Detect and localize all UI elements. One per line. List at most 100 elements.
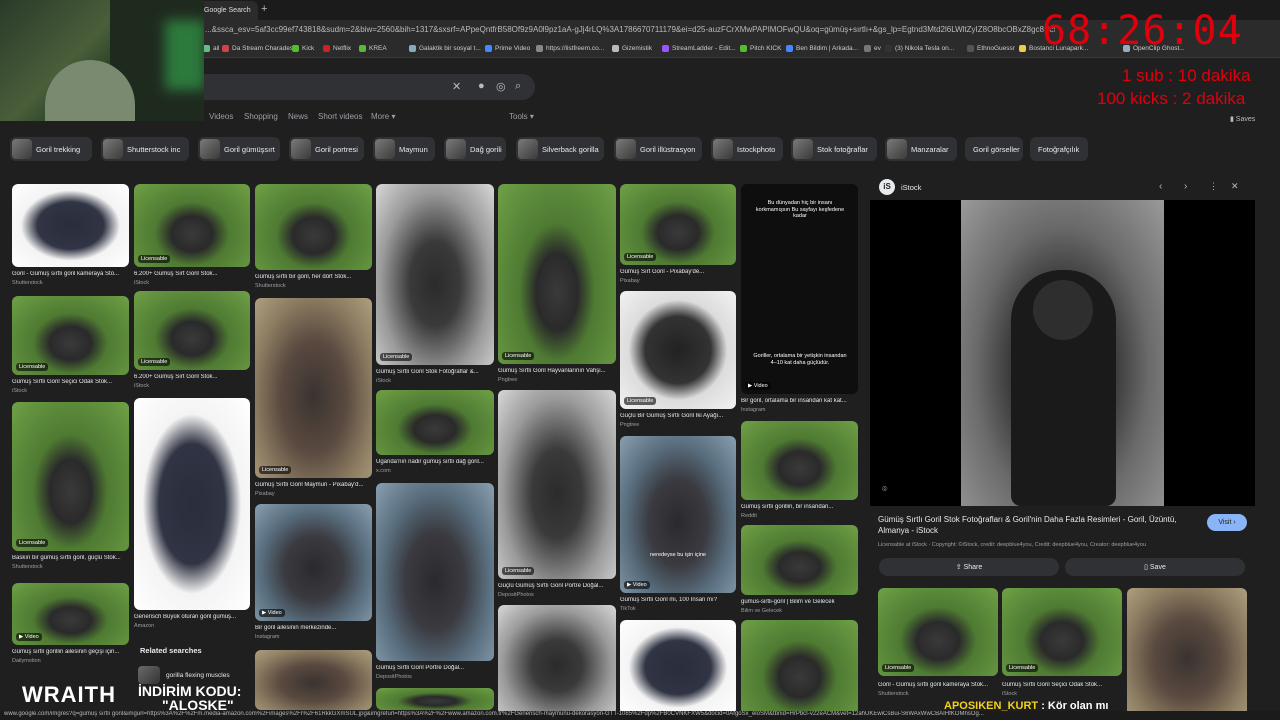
result-thumbnail[interactable] (376, 483, 494, 661)
bookmark-item[interactable]: (3) Nikola Tesla on... (885, 45, 954, 52)
chip-silverback-gorilla[interactable]: Silverback gorilla (516, 137, 604, 161)
chip-istockphoto[interactable]: Istockphoto (711, 137, 783, 161)
result-caption[interactable]: Bir goril ailesinin merkezinde... (255, 625, 372, 631)
result-thumbnail[interactable] (12, 184, 129, 267)
image-result[interactable]: Gümüş sırtlı gorillin, bir insandan... Re… (741, 421, 858, 522)
result-caption[interactable]: Gümüş Sırtlı Goril Stok Fotoğraflar &... (376, 369, 494, 375)
result-thumbnail[interactable] (134, 398, 250, 610)
image-result[interactable]: Licensable Gümüş Sırtlı Goril Seçici Odak… (12, 296, 129, 397)
chip-goril-trekking[interactable]: Goril trekking (10, 137, 92, 161)
result-thumbnail[interactable] (255, 298, 372, 478)
result-caption[interactable]: Baskın bir gümüş sırtlı goril, güçlü Sto… (12, 555, 129, 561)
result-thumbnail[interactable] (376, 184, 494, 365)
result-thumbnail[interactable] (620, 620, 736, 715)
result-caption[interactable]: 6.200+ Gümüş Sırt Goril Stok... (134, 374, 250, 380)
bookmark-item[interactable]: Galaktik bir sosyal t... (409, 45, 481, 52)
image-result[interactable]: Licensable Baskın bir gümüş sırtlı goril,… (12, 402, 129, 573)
result-caption[interactable]: Bir goril, ortalama bir insandan kat kat… (741, 398, 858, 404)
bookmark-item[interactable]: https://listfreem.co... (536, 45, 604, 52)
panel-thumb-caption[interactable]: Goril - Gümüş sırtlı goril kameraya Stok… (878, 682, 998, 688)
panel-thumb-image[interactable] (1002, 588, 1122, 676)
tab-news[interactable]: News (288, 112, 308, 121)
result-thumbnail[interactable] (255, 650, 372, 710)
panel-thumb[interactable] (1127, 588, 1247, 716)
result-caption[interactable]: gumus-sirtli-goril | Bilim ve Gelecek (741, 599, 858, 605)
tools-button[interactable]: Tools ▾ (509, 112, 534, 121)
result-thumbnail[interactable] (498, 184, 616, 364)
clear-icon[interactable]: ✕ (452, 80, 461, 93)
chip-maymun[interactable]: Maymun (373, 137, 435, 161)
chip-shutterstock-inc[interactable]: Shutterstock inc (101, 137, 189, 161)
tab-shopping[interactable]: Shopping (244, 112, 278, 121)
result-thumbnail[interactable] (376, 390, 494, 455)
image-result[interactable]: Uganda'nın nadir gümüş sırtlı dağ goril.… (376, 390, 494, 477)
tab-short-videos[interactable]: Short videos (318, 112, 362, 121)
saves-link[interactable]: ▮ Saves (1230, 115, 1255, 123)
result-caption[interactable]: Güçlü Bir Gümüş Sırtlı Goril İki Ayağı..… (620, 413, 736, 419)
image-result[interactable]: Licensable Güçlü Gümüş Sırtlı Goril Portr… (498, 390, 616, 601)
tab-videos[interactable]: Videos (209, 112, 233, 121)
result-caption[interactable]: Gümüş Sırtlı Goril Portre Doğal... (376, 665, 494, 671)
new-tab-icon[interactable]: + (261, 3, 267, 15)
result-caption[interactable]: Gümüş sırtlı gorillin ailesinin geçişi i… (12, 649, 129, 655)
chip-foto-raf-l-k[interactable]: Fotoğrafçılık (1030, 137, 1088, 161)
chip-goril-ill-strasyon[interactable]: Goril illüstrasyon (614, 137, 702, 161)
image-result[interactable]: Gümüş Sırtlı Goril Portre Doğal... Deposi… (376, 483, 494, 683)
camera-search-icon[interactable]: ◎ (496, 80, 506, 93)
image-result[interactable]: ▶ Video Gümüş Sırtlı Goril mi, 100 İnsan … (620, 436, 736, 615)
search-input[interactable]: ✕ ● ◎ ⌕ (204, 74, 535, 100)
image-result[interactable]: Licensable Gümüş Sırtlı Goril Stok Fotoğr… (376, 184, 494, 387)
result-caption[interactable]: Goril - Gümüş sırtlı goril kameraya Sto.… (12, 271, 129, 277)
chip-da-gorili[interactable]: Dağ gorili (444, 137, 506, 161)
result-thumbnail[interactable] (498, 390, 616, 579)
result-thumbnail[interactable] (12, 402, 129, 551)
image-result[interactable]: Licensable Gümüş Sırt Goril - Pixabay'de.… (620, 184, 736, 287)
result-caption[interactable]: Gümüş Sırtlı Goril Maymun - Pixabay'd... (255, 482, 372, 488)
result-caption[interactable]: Gümüş sırtlı bir goril, her dört Stok... (255, 274, 372, 280)
tab-more[interactable]: More ▾ (371, 112, 395, 121)
next-icon[interactable]: › (1184, 181, 1187, 192)
image-result[interactable]: Licensable Güçlü Bir Gümüş Sırtlı Goril İ… (620, 291, 736, 431)
image-result[interactable]: Licensable Gümüş Sırtlı Goril Hayvanların… (498, 184, 616, 386)
image-result[interactable]: gumus-sirtli-goril | Bilim ve Gelecek Bil… (741, 525, 858, 617)
search-icon[interactable]: ⌕ (515, 80, 521, 93)
bookmark-item[interactable]: KREA (359, 45, 387, 52)
result-caption[interactable]: Gümüş Sırt Goril - Pixabay'de... (620, 269, 736, 275)
bookmark-item[interactable]: ail (203, 45, 220, 52)
bookmark-item[interactable]: Pitch KICK (740, 45, 781, 52)
chip-goril-g-rseller[interactable]: Goril görseller (965, 137, 1023, 161)
result-caption[interactable]: 6.200+ Gümüş Sırt Goril Stok... (134, 271, 250, 277)
result-thumbnail[interactable] (741, 421, 858, 500)
chip-goril-g-m-s-rt[interactable]: Goril gümüşsırt (198, 137, 280, 161)
bookmark-item[interactable]: Netflix (323, 45, 351, 52)
result-caption[interactable]: Güçlü Gümüş Sırtlı Goril Portre Doğal... (498, 583, 616, 589)
result-caption[interactable]: Gümüş Sırtlı Goril Hayvanlarının Vahşi..… (498, 368, 616, 374)
panel-thumb-image[interactable] (878, 588, 998, 676)
image-result[interactable]: Generisch Büyük oturan goril gümüş... Ama… (134, 398, 250, 632)
panel-title[interactable]: Gümüş Sırtlı Goril Stok Fotoğrafları & G… (878, 514, 1198, 536)
result-thumbnail[interactable] (741, 525, 858, 595)
result-caption[interactable]: Gümüş Sırtlı Goril Seçici Odak Stok... (12, 379, 129, 385)
tab-google-search[interactable]: Google Search (198, 1, 258, 20)
image-result[interactable]: Licensable Gümüş Sırtlı Goril Maymun - Pi… (255, 298, 372, 500)
result-caption[interactable]: Generisch Büyük oturan goril gümüş... (134, 614, 250, 620)
bookmark-item[interactable]: Kick (292, 45, 314, 52)
bookmark-item[interactable]: StreamLadder - Edit... (662, 45, 736, 52)
result-caption[interactable]: Gümüş Sırtlı Goril mi, 100 İnsan mı? (620, 597, 736, 603)
result-thumbnail[interactable] (741, 620, 858, 715)
image-result[interactable]: Licensable 6.200+ Gümüş Sırt Goril Stok..… (134, 291, 250, 392)
bookmark-item[interactable]: Da Stream Charades (222, 45, 293, 52)
chip-stok-foto-raflar[interactable]: Stok fotoğraflar (791, 137, 877, 161)
lens-icon[interactable]: ⌾ (882, 484, 887, 495)
panel-thumb-caption[interactable]: Gümüş Sırtlı Goril Seçici Odak Stok... (1002, 682, 1122, 688)
panel-thumb-image[interactable] (1127, 588, 1247, 716)
panel-thumb[interactable]: Licensable Goril - Gümüş sırtlı goril kam… (878, 588, 998, 698)
result-thumbnail[interactable] (620, 436, 736, 593)
result-thumbnail[interactable] (255, 504, 372, 621)
image-result[interactable]: Licensable 6.200+ Gümüş Sırt Goril Stok..… (134, 184, 250, 289)
result-thumbnail[interactable] (498, 605, 616, 715)
bookmark-item[interactable]: Ben Bildim | Arkada... (786, 45, 858, 52)
prev-icon[interactable]: ‹ (1159, 181, 1162, 192)
share-button[interactable]: ⇪ Share (879, 558, 1059, 576)
bookmark-item[interactable]: Gizemistik (612, 45, 652, 52)
